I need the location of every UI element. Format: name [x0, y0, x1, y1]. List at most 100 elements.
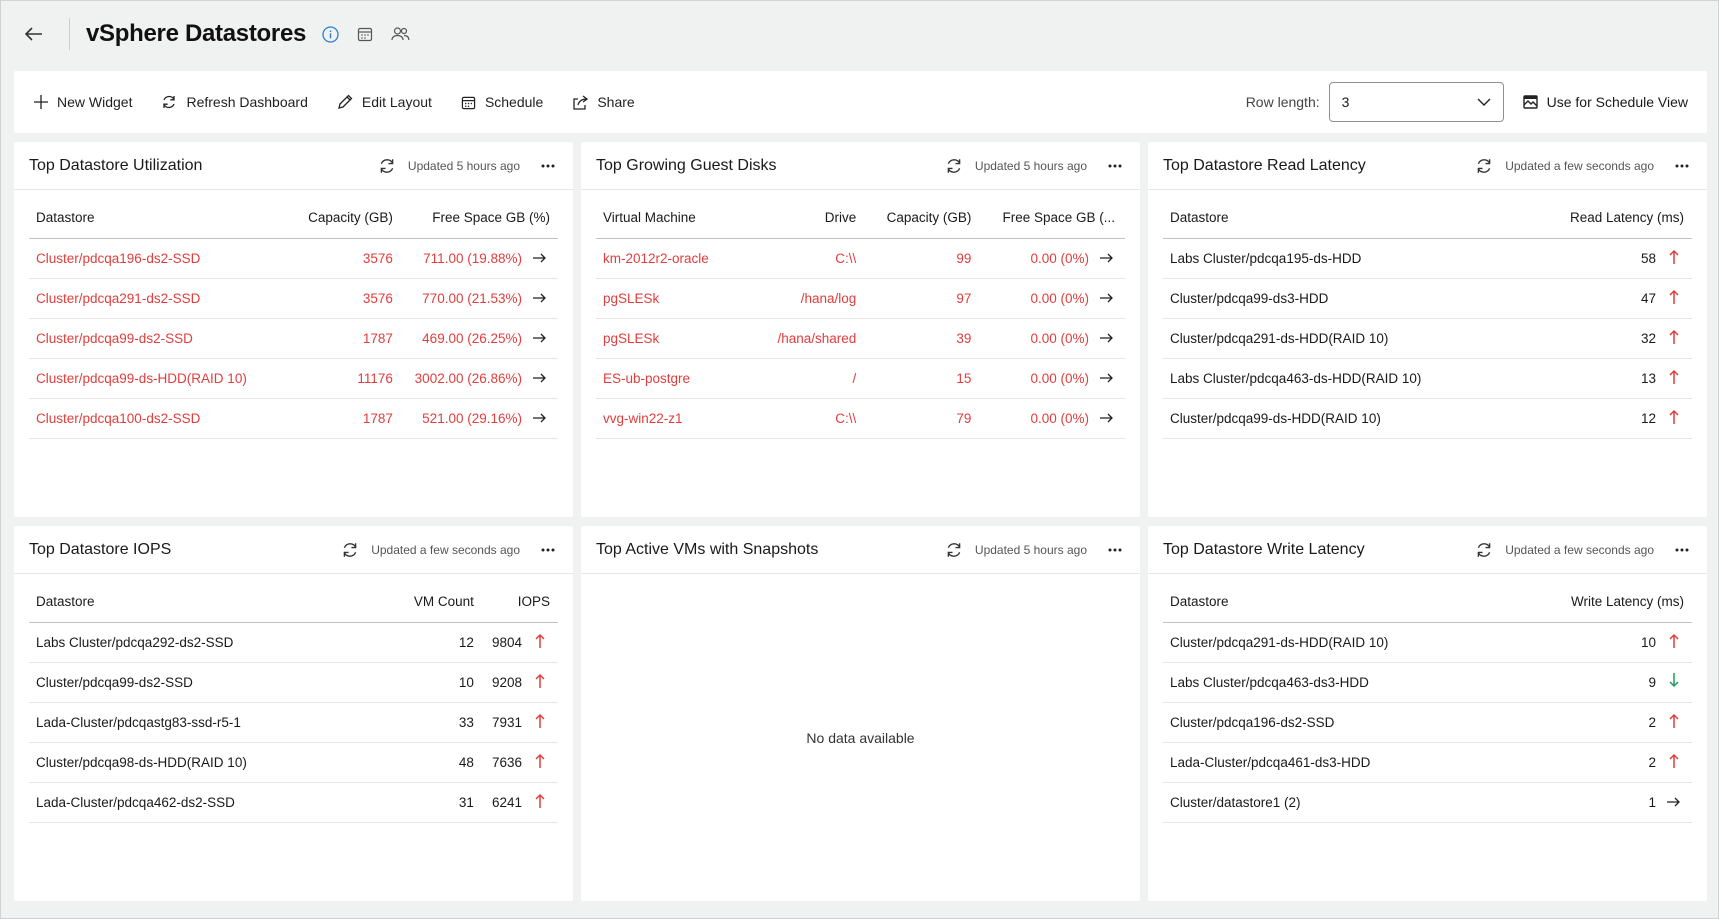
updated-timestamp: Updated a few seconds ago	[1505, 158, 1654, 173]
datastore-link[interactable]: Cluster/pdcqa100-ds2-SSD	[29, 398, 291, 439]
arrow-right-icon	[1089, 318, 1125, 359]
vm-count-value: 10	[377, 662, 474, 703]
use-for-schedule-view-button[interactable]: Use for Schedule View	[1522, 94, 1688, 110]
edit-layout-button[interactable]: Edit Layout	[337, 94, 432, 110]
refresh-icon[interactable]	[339, 539, 361, 561]
vm-link[interactable]: pgSLESk	[596, 318, 750, 359]
column-header[interactable]: Datastore	[29, 190, 291, 239]
table-row: Cluster/pdcqa99-ds2-SSD 10 9208	[29, 662, 558, 703]
widget-title: Top Active VMs with Snapshots	[596, 540, 819, 558]
capacity-value: 79	[856, 398, 972, 439]
share-icon	[573, 94, 589, 110]
iops-value: 9208	[473, 662, 522, 703]
arrow-up-icon	[522, 622, 558, 663]
table-row: Cluster/datastore1 (2) 1	[1163, 782, 1692, 823]
more-options-icon[interactable]	[1105, 540, 1125, 560]
arrow-right-icon	[1089, 358, 1125, 399]
iops-value: 7636	[473, 742, 522, 783]
column-header[interactable]: Datastore	[29, 574, 378, 623]
row-length-select[interactable]: 3	[1328, 82, 1504, 122]
calendar-icon[interactable]	[354, 23, 376, 45]
refresh-icon[interactable]	[376, 155, 398, 177]
vm-link[interactable]: vvg-win22-z1	[596, 398, 750, 439]
datastore-name: Cluster/pdcqa99-ds3-HDD	[1163, 278, 1533, 319]
column-header[interactable]: Read Latency (ms)	[1532, 190, 1692, 239]
more-options-icon[interactable]	[1672, 156, 1692, 176]
refresh-icon[interactable]	[1473, 155, 1495, 177]
datastore-name: Cluster/pdcqa98-ds-HDD(RAID 10)	[29, 742, 378, 783]
column-header[interactable]: VM Count	[377, 574, 474, 623]
datastore-link[interactable]: Cluster/pdcqa99-ds-HDD(RAID 10)	[29, 358, 291, 399]
share-button[interactable]: Share	[572, 94, 635, 110]
datastore-name: Cluster/datastore1 (2)	[1163, 782, 1521, 823]
updated-timestamp: Updated 5 hours ago	[974, 158, 1087, 173]
datastore-name: Cluster/pdcqa99-ds2-SSD	[29, 662, 378, 703]
column-header[interactable]: Free Space GB (...	[971, 190, 1125, 239]
capacity-value: 39	[856, 318, 972, 359]
refresh-dashboard-button[interactable]: Refresh Dashboard	[161, 94, 308, 110]
refresh-icon[interactable]	[943, 155, 965, 177]
table-row: Labs Cluster/pdcqa195-ds-HDD 58	[1163, 238, 1692, 279]
table-row: Lada-Cluster/pdcqastg83-ssd-r5-1 33 7931	[29, 702, 558, 743]
table-row: Cluster/pdcqa98-ds-HDD(RAID 10) 48 7636	[29, 742, 558, 783]
capacity-value: 3576	[290, 278, 393, 319]
new-widget-button[interactable]: New Widget	[34, 94, 132, 110]
vm-count-value: 31	[377, 782, 474, 823]
write-latency-table: Datastore Write Latency (ms) Cluster/pdc…	[1163, 574, 1692, 823]
info-icon[interactable]	[319, 23, 341, 45]
more-options-icon[interactable]	[1672, 540, 1692, 560]
iops-value: 6241	[473, 782, 522, 823]
column-header[interactable]: Drive	[749, 190, 857, 239]
more-options-icon[interactable]	[1105, 156, 1125, 176]
refresh-icon[interactable]	[1473, 539, 1495, 561]
arrow-right-icon	[1089, 398, 1125, 439]
arrow-right-icon	[522, 358, 558, 399]
more-options-icon[interactable]	[538, 540, 558, 560]
arrow-up-icon	[1656, 622, 1692, 663]
datastore-name: Labs Cluster/pdcqa292-ds2-SSD	[29, 622, 378, 663]
datastore-link[interactable]: Cluster/pdcqa196-ds2-SSD	[29, 238, 291, 279]
back-arrow-icon[interactable]	[19, 19, 49, 49]
capacity-value: 99	[856, 238, 972, 279]
vm-link[interactable]: km-2012r2-oracle	[596, 238, 750, 279]
column-header[interactable]: Free Space GB (%)	[392, 190, 558, 239]
arrow-right-icon	[522, 318, 558, 359]
drive-value: C:\\	[749, 398, 857, 439]
vm-link[interactable]: pgSLESk	[596, 278, 750, 319]
free-space-value: 469.00 (26.25%)	[392, 318, 522, 359]
column-header[interactable]: Datastore	[1163, 574, 1521, 623]
column-header[interactable]: IOPS	[473, 574, 558, 623]
table-row: Lada-Cluster/pdcqa461-ds3-HDD 2	[1163, 742, 1692, 783]
image-icon	[1522, 95, 1538, 109]
datastore-link[interactable]: Cluster/pdcqa291-ds2-SSD	[29, 278, 291, 319]
widget-write-latency: Top Datastore Write Latency Updated a fe…	[1148, 526, 1707, 901]
column-header[interactable]: Capacity (GB)	[856, 190, 972, 239]
schedule-button[interactable]: Schedule	[461, 94, 543, 110]
free-space-value: 0.00 (0%)	[971, 398, 1089, 439]
column-header[interactable]: Datastore	[1163, 190, 1533, 239]
widget-datastore-utilization: Top Datastore Utilization Updated 5 hour…	[14, 142, 573, 517]
share-label: Share	[597, 94, 635, 110]
users-icon[interactable]	[389, 23, 411, 45]
table-row: Lada-Cluster/pdcqa462-ds2-SSD 31 6241	[29, 782, 558, 823]
new-widget-label: New Widget	[57, 94, 133, 110]
capacity-value: 97	[856, 278, 972, 319]
arrow-down-icon	[1656, 662, 1692, 703]
more-options-icon[interactable]	[538, 156, 558, 176]
column-header[interactable]: Capacity (GB)	[290, 190, 393, 239]
arrow-up-icon	[522, 702, 558, 743]
refresh-icon[interactable]	[943, 539, 965, 561]
schedule-view-label: Use for Schedule View	[1546, 94, 1688, 110]
datastore-link[interactable]: Cluster/pdcqa99-ds2-SSD	[29, 318, 291, 359]
datastore-name: Labs Cluster/pdcqa463-ds3-HDD	[1163, 662, 1521, 703]
column-header[interactable]: Write Latency (ms)	[1520, 574, 1692, 623]
column-header[interactable]: Virtual Machine	[596, 190, 750, 239]
table-row: Labs Cluster/pdcqa463-ds3-HDD 9	[1163, 662, 1692, 703]
table-row: ES-ub-postgre / 15 0.00 (0%)	[596, 358, 1125, 399]
vm-count-value: 48	[377, 742, 474, 783]
latency-value: 32	[1532, 318, 1656, 359]
arrow-right-icon	[1656, 782, 1692, 823]
dashboard-toolbar: New Widget Refresh Dashboard Edit Layout…	[14, 71, 1707, 133]
vm-link[interactable]: ES-ub-postgre	[596, 358, 750, 399]
table-row: pgSLESk /hana/shared 39 0.00 (0%)	[596, 318, 1125, 359]
